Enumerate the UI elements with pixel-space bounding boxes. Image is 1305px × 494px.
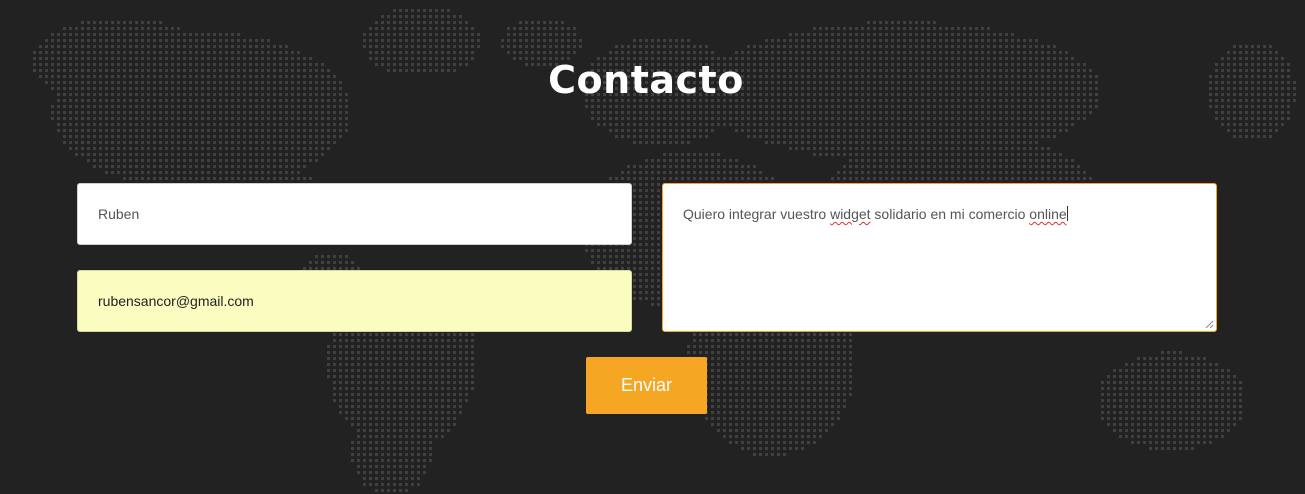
misspelled-word: widget [830,206,871,222]
message-textarea[interactable]: Quiero integrar vuestro widget solidario… [662,183,1217,332]
contact-section: Contacto Ruben rubensancor@gmail.com Qui… [0,0,1305,494]
name-field[interactable]: Ruben [77,183,632,245]
email-field-value: rubensancor@gmail.com [98,293,254,309]
email-field[interactable]: rubensancor@gmail.com [77,270,632,332]
resize-handle-icon[interactable] [1205,320,1214,329]
page-title: Contacto [548,58,744,102]
misspelled-word: online [1029,206,1067,222]
text-caret [1066,206,1068,221]
name-field-value: Ruben [98,206,140,222]
message-text: Quiero integrar vuestro widget solidario… [683,206,1068,222]
send-button[interactable]: Enviar [586,357,707,414]
